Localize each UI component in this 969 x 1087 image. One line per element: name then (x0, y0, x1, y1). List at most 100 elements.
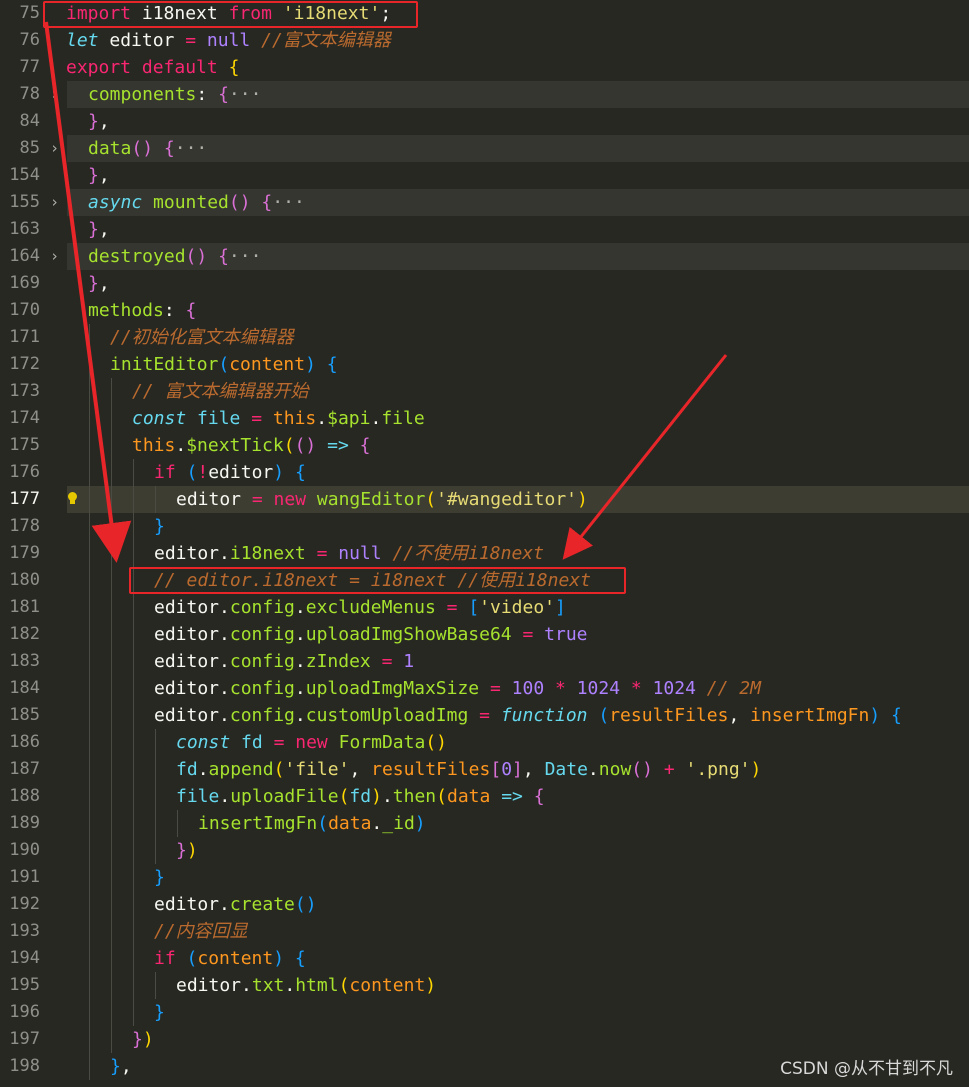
code-text[interactable]: initEditor(content) { (110, 351, 338, 378)
code-line[interactable]: 178} (0, 513, 969, 540)
code-line[interactable]: 184 editor.config.uploadImgMaxSize = 100 … (0, 675, 969, 702)
code-text[interactable]: editor.config.customUploadImg = function… (154, 702, 902, 729)
code-line[interactable]: 189 insertImgFn(data._id) (0, 810, 969, 837)
code-line[interactable]: 155 › async mounted() {··· (0, 189, 969, 216)
code-text[interactable]: }, (88, 270, 110, 297)
code-line[interactable]: 177 editor = new wangEditor('#wangeditor'… (0, 486, 969, 513)
lightbulb-icon[interactable] (67, 492, 77, 504)
code-text[interactable]: insertImgFn(data._id) (198, 810, 426, 837)
code-text[interactable]: }, (88, 216, 110, 243)
code-token: ( (186, 948, 198, 969)
code-line[interactable]: 176 if (!editor) { (0, 459, 969, 486)
code-line[interactable]: 171 //初始化富文本编辑器 (0, 324, 969, 351)
chevron-right-icon[interactable]: › (50, 243, 59, 270)
code-line[interactable]: 169}, (0, 270, 969, 297)
code-line[interactable]: 183 editor.config.zIndex = 1 (0, 648, 969, 675)
code-text[interactable]: editor = new wangEditor('#wangeditor') (176, 486, 588, 513)
code-line[interactable]: 181 editor.config.excludeMenus = ['video'… (0, 594, 969, 621)
code-text[interactable]: this.$nextTick(() => { (132, 432, 371, 459)
code-text[interactable]: } (154, 999, 165, 1026)
code-text[interactable]: components: {··· (88, 81, 261, 108)
code-text[interactable]: }, (88, 162, 110, 189)
code-text[interactable]: let editor = null //富文本编辑器 (66, 27, 391, 54)
code-line[interactable]: 173 // 富文本编辑器开始 (0, 378, 969, 405)
code-text[interactable]: //内容回显 (154, 918, 248, 945)
code-line[interactable]: 182 editor.config.uploadImgShowBase64 = t… (0, 621, 969, 648)
line-number: 175 (9, 435, 40, 455)
code-line[interactable]: 191} (0, 864, 969, 891)
code-line[interactable]: 84}, (0, 108, 969, 135)
code-line[interactable]: 196} (0, 999, 969, 1026)
code-line[interactable]: 76 let editor = null //富文本编辑器 (0, 27, 969, 54)
code-text[interactable]: fd.append('file', resultFiles[0], Date.n… (176, 756, 761, 783)
code-text[interactable]: editor.create() (154, 891, 317, 918)
code-line[interactable]: 195 editor.txt.html(content) (0, 972, 969, 999)
code-token: , (522, 759, 545, 780)
code-line[interactable]: 186 const fd = new FormData() (0, 729, 969, 756)
code-line[interactable]: 172 initEditor(content) { (0, 351, 969, 378)
code-line[interactable]: 170 methods: { (0, 297, 969, 324)
code-text[interactable]: async mounted() {··· (88, 189, 305, 216)
code-line[interactable]: 154}, (0, 162, 969, 189)
code-line[interactable]: 164 › destroyed() {··· (0, 243, 969, 270)
code-line[interactable]: 192 editor.create() (0, 891, 969, 918)
code-text[interactable]: editor.config.uploadImgMaxSize = 100 * 1… (154, 675, 761, 702)
code-line[interactable]: 175 this.$nextTick(() => { (0, 432, 969, 459)
code-line[interactable]: 188 file.uploadFile(fd).then(data => { (0, 783, 969, 810)
code-text[interactable]: editor.config.uploadImgShowBase64 = true (154, 621, 588, 648)
code-text[interactable]: // 富文本编辑器开始 (132, 378, 309, 405)
code-line[interactable]: 174 const file = this.$api.file (0, 405, 969, 432)
chevron-right-icon[interactable]: › (50, 135, 59, 162)
line-number: 196 (9, 1002, 40, 1022)
code-token: file (176, 786, 220, 807)
code-line[interactable]: 193 //内容回显 (0, 918, 969, 945)
code-line[interactable]: 197}) (0, 1026, 969, 1053)
code-token: async (88, 192, 143, 213)
code-text[interactable]: } (154, 864, 165, 891)
indent-guide (111, 918, 112, 945)
code-line[interactable]: 190}) (0, 837, 969, 864)
code-token: ( (283, 435, 295, 456)
code-text[interactable]: }) (132, 1026, 154, 1053)
code-line[interactable]: 77 export default { (0, 54, 969, 81)
code-text[interactable]: //初始化富文本编辑器 (110, 324, 294, 351)
code-text[interactable]: if (!editor) { (154, 459, 306, 486)
code-text[interactable]: const file = this.$api.file (132, 405, 425, 432)
code-text[interactable]: editor.config.excludeMenus = ['video'] (154, 594, 566, 621)
chevron-right-icon[interactable]: › (50, 189, 59, 216)
code-text[interactable]: if (content) { (154, 945, 306, 972)
code-line[interactable]: 194 if (content) { (0, 945, 969, 972)
indent-guide (89, 540, 90, 567)
code-line[interactable]: 185 editor.config.customUploadImg = funct… (0, 702, 969, 729)
code-line[interactable]: 187 fd.append('file', resultFiles[0], Dat… (0, 756, 969, 783)
code-token: config (229, 705, 295, 726)
code-text[interactable]: }, (110, 1053, 132, 1080)
chevron-right-icon[interactable]: › (50, 81, 59, 108)
code-text[interactable]: editor.txt.html(content) (176, 972, 436, 999)
indent-guide (133, 783, 134, 810)
code-text[interactable]: file.uploadFile(fd).then(data => { (176, 783, 545, 810)
code-token: = (446, 597, 458, 618)
code-text[interactable]: export default { (66, 54, 239, 81)
code-text[interactable]: destroyed() {··· (88, 243, 261, 270)
code-text[interactable]: } (154, 513, 165, 540)
code-text[interactable]: }) (176, 837, 198, 864)
code-text[interactable]: data() {··· (88, 135, 207, 162)
code-line[interactable]: 78 › components: {··· (0, 81, 969, 108)
code-line[interactable]: 179 editor.i18next = null //不使用i18next (0, 540, 969, 567)
code-text[interactable]: methods: { (88, 297, 196, 324)
code-text[interactable]: }, (88, 108, 110, 135)
code-text[interactable]: const fd = new FormData() (176, 729, 447, 756)
code-line[interactable]: 85 › data() {··· (0, 135, 969, 162)
code-editor[interactable]: 75 import i18next from 'i18next'; 76 let ed… (0, 0, 969, 1087)
code-text[interactable]: editor.config.zIndex = 1 (154, 648, 414, 675)
code-line[interactable]: 163}, (0, 216, 969, 243)
indent-guide (89, 486, 90, 513)
code-text[interactable]: editor.i18next = null //不使用i18next (154, 540, 544, 567)
